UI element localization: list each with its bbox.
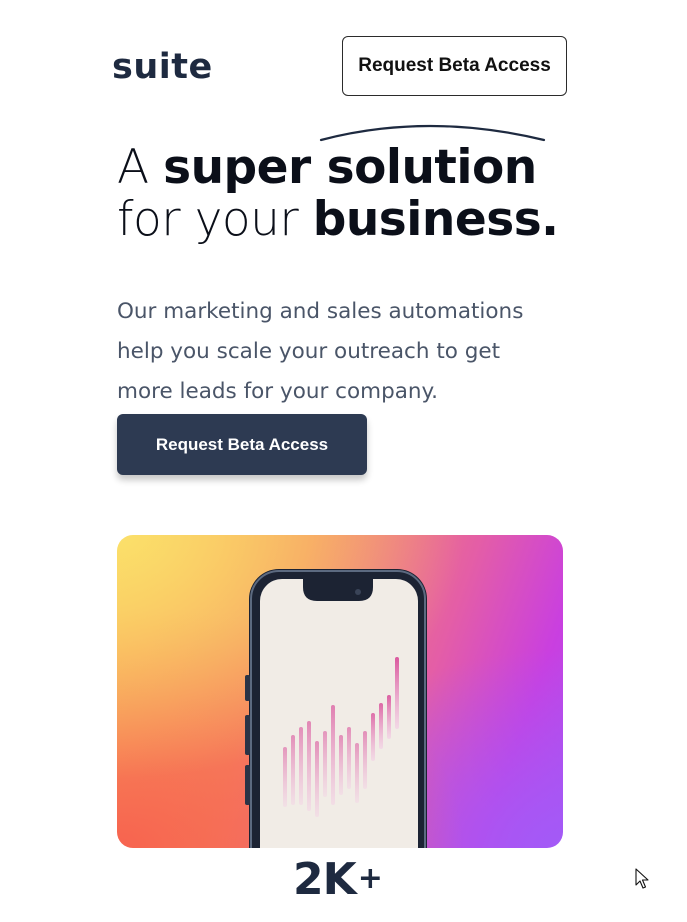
hero-request-beta-button[interactable]: Request Beta Access [117,414,367,475]
headline-line2-bold: business. [312,192,559,247]
stat-value: 2K+ [293,851,383,908]
headline-line2-light: for your [117,192,313,247]
stat-number: 2K [293,854,357,905]
phone-chart-image [245,569,427,848]
stat-suffix: + [357,861,383,896]
headline-line1-bold: super solution [163,140,537,195]
hero-image-card [117,535,563,848]
hero-description: Our marketing and sales automations help… [117,299,524,404]
mouse-pointer-icon [635,868,649,889]
suite-logo[interactable]: suite [112,44,213,90]
landing-page: suite Request Beta Access A super soluti… [0,0,687,922]
headline-line1-light: A [117,140,164,195]
header-request-beta-button[interactable]: Request Beta Access [342,36,567,96]
hero-headline: A super solution for your business. [117,142,559,246]
